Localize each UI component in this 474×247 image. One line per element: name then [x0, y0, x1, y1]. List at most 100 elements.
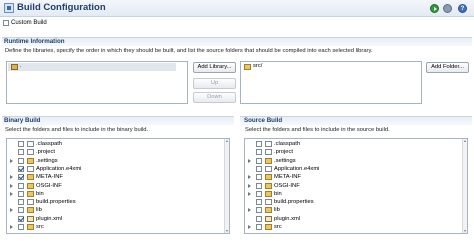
- tree-item-checkbox[interactable]: [18, 207, 24, 214]
- tree-item-checkbox[interactable]: [18, 224, 24, 230]
- file-icon: [265, 199, 272, 206]
- tree-row[interactable]: .project: [245, 148, 467, 156]
- tree-item-checkbox[interactable]: [256, 224, 262, 230]
- help-icon[interactable]: ?: [458, 4, 467, 13]
- expand-arrow-icon[interactable]: [248, 225, 251, 229]
- tree-item-checkbox[interactable]: [18, 174, 24, 181]
- expand-arrow-icon[interactable]: [10, 225, 13, 229]
- tree-item-label: bin: [274, 190, 282, 197]
- tree-item-label: META-INF: [36, 174, 63, 181]
- tree-item-checkbox[interactable]: [256, 165, 262, 172]
- tree-item-label: lib: [274, 207, 280, 214]
- tree-item-checkbox[interactable]: [256, 207, 262, 214]
- folder-icon: [27, 157, 34, 164]
- tree-item-checkbox[interactable]: [256, 157, 262, 164]
- expand-arrow-icon[interactable]: [248, 175, 251, 180]
- tree-row[interactable]: .settings: [245, 157, 467, 165]
- tree-row[interactable]: OSGI-INF: [245, 182, 467, 190]
- tree-item-label: .project: [274, 149, 294, 156]
- file-icon: [265, 165, 272, 172]
- tree-item-checkbox[interactable]: [18, 149, 24, 156]
- up-button[interactable]: Up: [193, 78, 236, 89]
- tree-row[interactable]: META-INF: [7, 173, 229, 181]
- tree-item-label: .settings: [274, 157, 296, 164]
- file-icon: [27, 165, 34, 172]
- expand-arrow-icon[interactable]: [10, 191, 13, 196]
- tree-row[interactable]: Application.e4xmi: [245, 165, 467, 173]
- down-button[interactable]: Down: [193, 92, 236, 103]
- source-build-description: Select the folders and files to include …: [245, 127, 390, 133]
- runtime-section-title: Runtime Information: [4, 38, 65, 45]
- jar-icon: [11, 64, 18, 70]
- tree-row[interactable]: OSGI-INF: [7, 182, 229, 190]
- tree-row[interactable]: lib: [245, 206, 467, 214]
- tree-row[interactable]: Application.e4xmi: [7, 165, 229, 173]
- add-library-button[interactable]: Add Library...: [193, 62, 236, 73]
- tree-item-label: build.properties: [274, 199, 314, 206]
- run-icon[interactable]: [430, 4, 439, 13]
- tree-item-checkbox[interactable]: [18, 190, 24, 197]
- folder-icon: [27, 190, 34, 197]
- tree-row[interactable]: bin: [245, 190, 467, 198]
- expand-arrow-icon[interactable]: [248, 208, 251, 213]
- tree-row[interactable]: plugin.xml: [245, 215, 467, 223]
- library-row[interactable]: .: [8, 63, 176, 71]
- add-folder-button[interactable]: Add Folder...: [426, 62, 469, 73]
- build-config-icon: [4, 3, 14, 13]
- tree-row[interactable]: .classpath: [245, 140, 467, 148]
- expand-arrow-icon[interactable]: [10, 158, 13, 163]
- source-folder-label: src/: [253, 63, 263, 69]
- tree-item-label: .classpath: [36, 141, 63, 147]
- folder-icon: [265, 157, 272, 164]
- tree-item-checkbox[interactable]: [18, 157, 24, 164]
- tree-row[interactable]: plugin.xml: [7, 215, 229, 223]
- tree-row[interactable]: META-INF: [245, 173, 467, 181]
- source-build-tree[interactable]: .classpath .project .settings Application.e…: [244, 138, 468, 234]
- tree-item-checkbox[interactable]: [256, 149, 262, 156]
- folder-icon: [27, 224, 34, 230]
- expand-arrow-icon[interactable]: [248, 158, 251, 163]
- runtime-section-description: Define the libraries, specify the order …: [5, 48, 373, 54]
- tree-row[interactable]: build.properties: [245, 198, 467, 206]
- tree-item-checkbox[interactable]: [256, 182, 262, 189]
- expand-arrow-icon[interactable]: [10, 208, 13, 213]
- tree-row[interactable]: lib: [7, 206, 229, 214]
- tree-row[interactable]: bin: [7, 190, 229, 198]
- tree-item-checkbox[interactable]: [18, 141, 24, 147]
- tree-item-checkbox[interactable]: [18, 215, 24, 222]
- expand-arrow-icon[interactable]: [10, 183, 13, 188]
- tree-row[interactable]: .project: [7, 148, 229, 156]
- tree-row[interactable]: src: [7, 223, 229, 231]
- tree-row[interactable]: .settings: [7, 157, 229, 165]
- tree-row[interactable]: build.properties: [7, 198, 229, 206]
- tree-item-checkbox[interactable]: [256, 174, 262, 181]
- folder-icon: [265, 224, 272, 230]
- tree-item-checkbox[interactable]: [18, 199, 24, 206]
- expand-arrow-icon[interactable]: [248, 183, 251, 188]
- binary-build-description: Select the folders and files to include …: [5, 127, 149, 133]
- tree-item-checkbox[interactable]: [256, 141, 262, 147]
- page-header: Build Configuration ?: [0, 0, 474, 17]
- binary-build-tree[interactable]: .classpath .project .settings Application.e…: [6, 138, 230, 234]
- custom-build-checkbox[interactable]: [3, 20, 9, 26]
- folder-icon: [265, 190, 272, 197]
- tree-item-label: .classpath: [274, 141, 301, 147]
- tree-item-label: Application.e4xmi: [274, 165, 320, 172]
- tree-row[interactable]: .classpath: [7, 140, 229, 148]
- tree-item-checkbox[interactable]: [256, 215, 262, 222]
- library-list[interactable]: .: [6, 61, 188, 104]
- tree-item-label: src: [36, 224, 44, 230]
- tree-item-checkbox[interactable]: [18, 165, 24, 172]
- folder-icon: [27, 207, 34, 214]
- expand-arrow-icon[interactable]: [248, 191, 251, 196]
- tree-row[interactable]: src: [245, 223, 467, 231]
- tree-item-checkbox[interactable]: [256, 199, 262, 206]
- runtime-section-header: [2, 37, 472, 46]
- source-folder-list[interactable]: src/: [240, 61, 422, 104]
- tree-item-label: .settings: [36, 157, 58, 164]
- expand-arrow-icon[interactable]: [10, 175, 13, 180]
- folder-icon: [265, 182, 272, 189]
- tree-item-checkbox[interactable]: [256, 190, 262, 197]
- tree-item-checkbox[interactable]: [18, 182, 24, 189]
- gear-icon[interactable]: [443, 4, 452, 13]
